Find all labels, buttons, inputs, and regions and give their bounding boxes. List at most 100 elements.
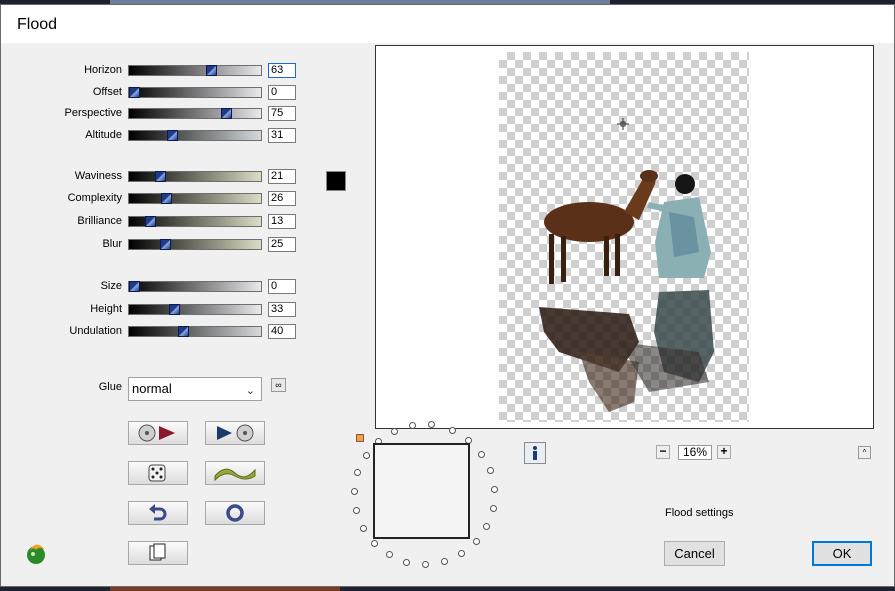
navigator-dot[interactable]: [362, 452, 370, 460]
horizon-label: Horizon: [84, 64, 122, 76]
navigator-dot[interactable]: [359, 524, 367, 532]
navigator-dot[interactable]: [483, 522, 491, 530]
crosshair-icon: [617, 118, 629, 130]
height-slider[interactable]: [128, 304, 262, 315]
offset-value-input[interactable]: 0: [268, 85, 296, 100]
altitude-slider[interactable]: [128, 130, 262, 141]
altitude-value-input[interactable]: 31: [268, 128, 296, 143]
background-strip-bottom: [110, 587, 340, 591]
play-disc-icon: [217, 424, 254, 442]
altitude-slider-thumb[interactable]: [166, 130, 178, 141]
slider-row-waviness: Waviness 21: [1, 169, 301, 185]
preview-canvas[interactable]: [375, 45, 874, 429]
perspective-slider-thumb[interactable]: [220, 108, 232, 119]
auto-preview-button[interactable]: ^: [858, 446, 871, 459]
randomize-button[interactable]: [128, 461, 188, 485]
dice-icon: [148, 464, 166, 482]
wave-button[interactable]: [205, 461, 265, 485]
undo-button[interactable]: [128, 501, 188, 525]
waviness-value-input[interactable]: 21: [268, 169, 296, 184]
undulation-slider-thumb[interactable]: [177, 326, 189, 337]
title-bar: Flood: [1, 5, 894, 43]
navigator-dot[interactable]: [391, 427, 399, 435]
color-swatch[interactable]: [326, 171, 346, 191]
size-slider[interactable]: [128, 281, 262, 292]
navigator-dot[interactable]: [440, 558, 448, 566]
navigator-dot[interactable]: [354, 469, 362, 477]
glue-select-value: normal: [132, 381, 172, 396]
size-slider-thumb[interactable]: [129, 281, 140, 292]
slider-row-size: Size 0: [1, 279, 301, 295]
brilliance-slider[interactable]: [128, 216, 262, 227]
undulation-slider[interactable]: [128, 326, 262, 337]
complexity-value-input[interactable]: 26: [268, 191, 296, 206]
offset-label: Offset: [92, 86, 122, 98]
perspective-label: Perspective: [64, 107, 122, 119]
zoom-out-button[interactable]: −: [656, 445, 670, 459]
navigator-dot[interactable]: [457, 550, 465, 558]
blur-slider[interactable]: [128, 239, 262, 250]
navigator-dot[interactable]: [421, 560, 429, 568]
slider-row-height: Height 33: [1, 302, 301, 318]
brilliance-label: Brilliance: [77, 215, 122, 227]
complexity-slider[interactable]: [128, 193, 262, 204]
navigator-thumbnail[interactable]: [373, 443, 470, 539]
waviness-slider-thumb[interactable]: [154, 171, 166, 182]
settings-label: Flood settings: [665, 507, 734, 519]
size-value-input[interactable]: 0: [268, 279, 296, 294]
horizon-slider-thumb[interactable]: [205, 65, 217, 76]
blur-slider-thumb[interactable]: [159, 239, 171, 250]
cancel-button[interactable]: Cancel: [664, 541, 725, 566]
navigator-dot[interactable]: [478, 450, 486, 458]
altitude-label: Altitude: [85, 129, 122, 141]
reset-button[interactable]: [205, 501, 265, 525]
info-button[interactable]: [524, 442, 546, 464]
slider-row-blur: Blur 25: [1, 237, 301, 253]
perspective-slider[interactable]: [128, 108, 262, 119]
navigator-dot[interactable]: [486, 467, 494, 475]
navigator-dot[interactable]: [370, 539, 378, 547]
navigator-dot[interactable]: [385, 551, 393, 559]
navigator-dot[interactable]: [351, 487, 359, 495]
navigator-dot[interactable]: [352, 506, 360, 514]
size-label: Size: [100, 280, 122, 292]
preview-image: [539, 170, 714, 412]
complexity-slider-thumb[interactable]: [160, 193, 172, 204]
navigator-dot[interactable]: [489, 504, 497, 512]
waviness-slider[interactable]: [128, 171, 262, 182]
window-title: Flood: [17, 16, 58, 33]
navigator-dot[interactable]: [490, 486, 498, 493]
disc-play-button[interactable]: [128, 421, 188, 445]
perspective-value-input[interactable]: 75: [268, 106, 296, 121]
navigator-dot[interactable]: [403, 558, 411, 566]
navigator-dot[interactable]: [449, 426, 457, 434]
slider-row-undulation: Undulation 40: [1, 324, 301, 340]
brilliance-slider-thumb[interactable]: [144, 216, 156, 227]
horizon-slider[interactable]: [128, 65, 262, 76]
slider-row-altitude: Altitude 31: [1, 128, 301, 144]
navigator-handle[interactable]: [356, 434, 364, 442]
transparency-background: [499, 52, 749, 422]
navigator-dot[interactable]: [472, 538, 480, 546]
horizon-value-input[interactable]: 63: [268, 63, 296, 78]
zoom-value: 16%: [678, 445, 712, 460]
reset-icon: [226, 504, 244, 522]
wave-icon: [214, 468, 256, 482]
offset-slider-thumb[interactable]: [129, 87, 140, 98]
flood-dialog: Flood Horizon 63 Offset 0 Perspective 75 Altit…: [0, 4, 895, 587]
glue-select[interactable]: normal ⌄: [128, 377, 262, 401]
blur-value-input[interactable]: 25: [268, 237, 296, 252]
water-reflection: [539, 290, 714, 412]
play-disc-button[interactable]: [205, 421, 265, 445]
slider-row-perspective: Perspective 75: [1, 106, 301, 122]
offset-slider[interactable]: [128, 87, 262, 98]
copy-button[interactable]: [128, 541, 188, 565]
zoom-in-button[interactable]: +: [717, 445, 731, 459]
height-slider-thumb[interactable]: [169, 304, 181, 315]
copy-icon: [149, 543, 166, 561]
brilliance-value-input[interactable]: 13: [268, 214, 296, 229]
height-value-input[interactable]: 33: [268, 302, 296, 317]
undulation-value-input[interactable]: 40: [268, 324, 296, 339]
link-icon[interactable]: ∞: [271, 378, 286, 392]
ok-button[interactable]: OK: [812, 541, 872, 566]
